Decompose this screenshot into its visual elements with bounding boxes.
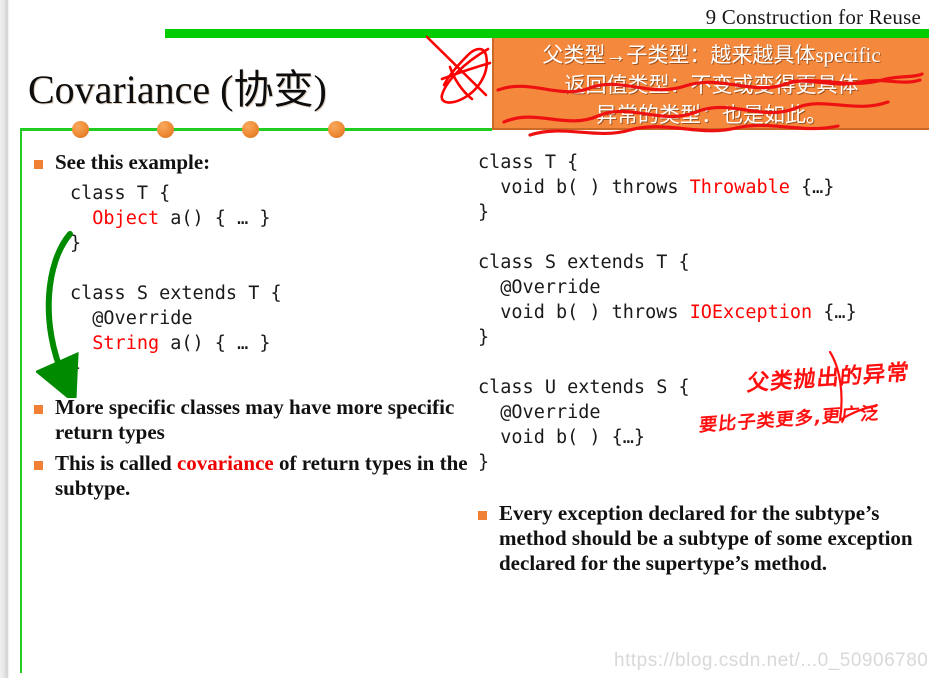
code-type-ioexception: IOException: [689, 302, 813, 323]
bullet-this-is-called-covariance: This is called covariance of return type…: [34, 451, 474, 501]
code-type-string: String: [92, 333, 160, 354]
orange-callout-box: 父类型→子类型：越来越具体specific 返回值类型：不变或变得更具体 异常的…: [492, 38, 929, 130]
code-type-throwable: Throwable: [689, 177, 790, 198]
code-type-object: Object: [92, 208, 160, 229]
left-gutter-strip: [0, 0, 9, 678]
right-code-block-class-s: class S extends T { @Override void b( ) …: [478, 250, 929, 350]
slide-canvas: 9 Construction for Reuse Covariance (协变)…: [0, 0, 929, 678]
callout-line-2: 返回值类型：不变或变得更具体: [564, 73, 859, 97]
callout-text-block: 父类型→子类型：越来越具体specific 返回值类型：不变或变得更具体 异常的…: [494, 38, 929, 130]
running-header-title: 9 Construction for Reuse: [705, 5, 921, 29]
bullet-label: Every exception declared for the subtype…: [499, 501, 913, 575]
bullet-text-prefix: This is called: [55, 451, 177, 475]
bullet-label: See this example:: [55, 150, 211, 174]
bullet-label: More specific classes may have more spec…: [55, 395, 455, 444]
divider-dot-1: [72, 121, 89, 138]
watermark-text: https://blog.csdn.net/...0_50906780: [614, 650, 929, 671]
right-code-block-class-t: class T { void b( ) throws Throwable {…}…: [478, 150, 929, 225]
bullet-square-icon: [34, 160, 43, 169]
bullet-label: This is called covariance of return type…: [55, 451, 474, 501]
code-line: class T { void b( ) throws: [478, 152, 679, 198]
bullet-text-highlight: covariance: [176, 451, 274, 475]
left-code-block: class T { Object a() { … } } class S ext…: [70, 181, 474, 381]
bullet-square-icon: [478, 511, 487, 520]
code-line: class U extends S { @Override void b( ) …: [478, 377, 690, 473]
callout-line-1: 父类型→子类型：越来越具体specific: [542, 43, 881, 67]
callout-line-3: 异常的类型：也是如此。: [596, 103, 827, 127]
bullet-see-this-example: See this example:: [34, 150, 474, 175]
left-content-column: See this example: class T { Object a() {…: [34, 150, 474, 507]
page-title: Covariance (协变): [28, 67, 327, 112]
bullet-more-specific-classes: More specific classes may have more spec…: [34, 395, 474, 445]
divider-dot-2: [157, 121, 174, 138]
code-line: class S extends T { @Override void b( ) …: [478, 252, 690, 323]
bullet-square-icon: [34, 405, 43, 414]
divider-dot-4: [328, 121, 345, 138]
bullet-square-icon: [34, 461, 43, 470]
top-green-rule: [165, 29, 929, 38]
bullet-every-exception-declared: Every exception declared for the subtype…: [478, 501, 929, 576]
divider-dot-3: [242, 121, 259, 138]
content-frame-left-rule: [20, 128, 22, 673]
